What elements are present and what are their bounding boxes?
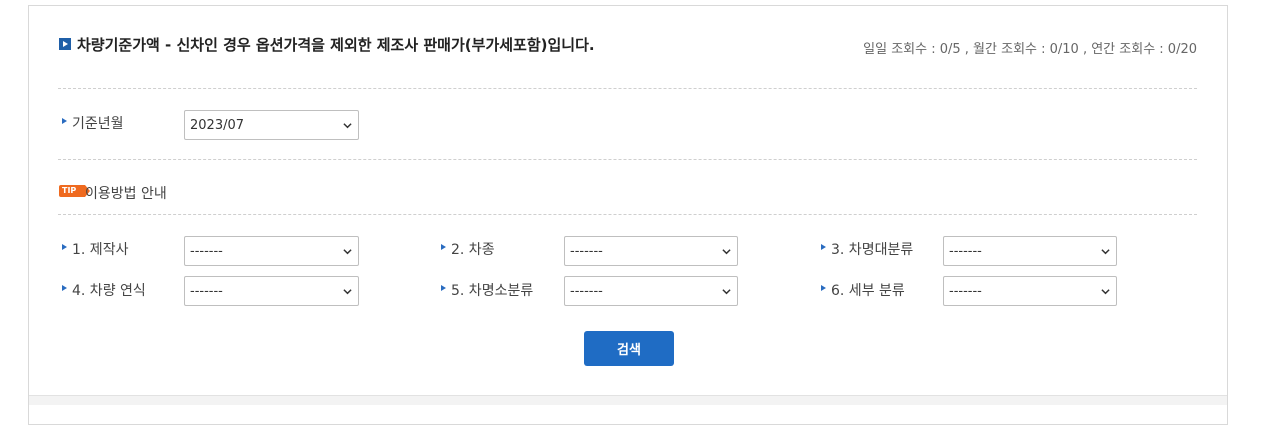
manufacturer-label: 1. 제작사 <box>61 239 128 259</box>
car-type-value: ------- <box>570 243 603 259</box>
chevron-down-icon <box>1101 289 1110 295</box>
model-major-value: ------- <box>949 243 982 259</box>
page-title: 차량기준가액 - 신차인 경우 옵션가격을 제외한 제조사 판매가(부가세포함)… <box>77 36 595 54</box>
detail-class-label: 6. 세부 분류 <box>820 280 905 300</box>
model-major-select[interactable]: ------- <box>943 236 1117 266</box>
model-minor-value: ------- <box>570 283 603 299</box>
model-year-value: ------- <box>190 283 223 299</box>
chevron-down-icon <box>343 289 352 295</box>
usage-guide-label: 이용방법 안내 <box>85 186 167 202</box>
detail-class-select[interactable]: ------- <box>943 276 1117 306</box>
chevron-down-icon <box>1101 249 1110 255</box>
chevron-down-icon <box>722 289 731 295</box>
base-month-label: 기준년월 <box>61 113 124 133</box>
chevron-down-icon <box>343 249 352 255</box>
divider <box>58 88 1197 89</box>
detail-class-value: ------- <box>949 283 982 299</box>
chevron-down-icon <box>722 249 731 255</box>
header-row: 차량기준가액 - 신차인 경우 옵션가격을 제외한 제조사 판매가(부가세포함)… <box>58 34 1198 58</box>
divider <box>58 214 1197 215</box>
divider <box>58 159 1197 160</box>
model-year-label: 4. 차량 연식 <box>61 280 146 300</box>
title-bullet-icon <box>59 38 71 50</box>
model-major-label: 3. 차명대분류 <box>820 239 913 259</box>
manufacturer-select[interactable]: ------- <box>184 236 359 266</box>
search-button[interactable]: 검색 <box>584 331 674 366</box>
panel-bottom-strip <box>29 395 1227 405</box>
manufacturer-value: ------- <box>190 243 223 259</box>
view-count-info: 일일 조회수 : 0/5 , 월간 조회수 : 0/10 , 연간 조회수 : … <box>863 42 1197 57</box>
base-month-select[interactable]: 2023/07 <box>184 110 359 140</box>
car-type-select[interactable]: ------- <box>564 236 738 266</box>
model-minor-select[interactable]: ------- <box>564 276 738 306</box>
tip-badge: TIP <box>59 185 90 197</box>
model-minor-label: 5. 차명소분류 <box>440 280 533 300</box>
base-month-value: 2023/07 <box>190 117 245 133</box>
model-year-select[interactable]: ------- <box>184 276 359 306</box>
chevron-down-icon <box>343 123 352 129</box>
car-type-label: 2. 차종 <box>440 239 495 259</box>
